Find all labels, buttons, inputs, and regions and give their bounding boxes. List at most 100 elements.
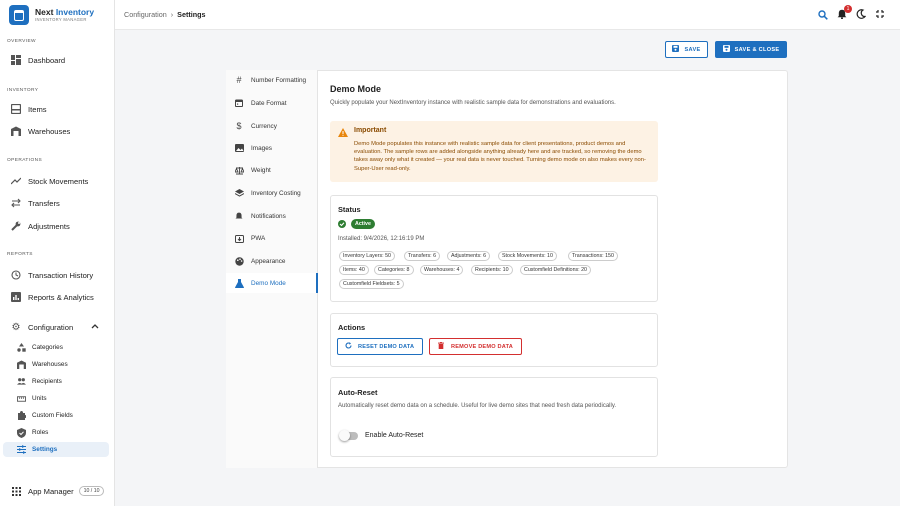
search-icon[interactable]	[817, 9, 829, 21]
gear-icon: ⚙	[11, 321, 21, 333]
notifications-button[interactable]: 1	[836, 5, 852, 21]
page-title: Demo Mode	[330, 84, 382, 94]
warning-icon	[338, 128, 348, 139]
fullscreen-button[interactable]	[874, 9, 886, 21]
people-icon	[17, 377, 26, 386]
page-description: Quickly populate your NextInventory inst…	[330, 100, 616, 106]
sidebar-item-stock-movements[interactable]: Stock Movements	[0, 172, 115, 190]
tab-weight[interactable]: Weight	[226, 160, 318, 180]
sidebar-item-categories[interactable]: Categories	[3, 340, 109, 355]
tab-number-formatting[interactable]: # Number Formatting	[226, 70, 318, 90]
sidebar-item-custom-fields[interactable]: Custom Fields	[3, 408, 109, 423]
tab-inventory-costing[interactable]: Inventory Costing	[226, 183, 318, 203]
sidebar-item-label: Warehouses	[32, 361, 68, 368]
sidebar-item-label: Roles	[32, 429, 49, 436]
stat-chip: Stock Movements: 10	[498, 251, 557, 261]
sidebar-item-units[interactable]: Units	[3, 391, 109, 406]
breadcrumb-parent[interactable]: Configuration	[124, 10, 167, 19]
scale-icon	[234, 166, 244, 175]
section-overview: OVERVIEW	[7, 39, 36, 44]
sidebar-item-transaction-history[interactable]: Transaction History	[0, 266, 115, 284]
sidebar-item-recipients[interactable]: Recipients	[3, 374, 109, 389]
save-button[interactable]: SAVE	[665, 41, 708, 58]
stat-chip: Adjustments: 6	[447, 251, 491, 261]
puzzle-icon	[17, 411, 26, 420]
alert-body: Demo Mode populates this instance with r…	[354, 141, 646, 172]
sidebar-item-label: Settings	[32, 446, 58, 453]
auto-reset-toggle-label[interactable]: Enable Auto-Reset	[365, 432, 423, 439]
category-icon	[17, 343, 26, 352]
sidebar-item-roles[interactable]: Roles	[3, 425, 109, 440]
stat-chip: Transactions: 150	[568, 251, 618, 261]
stat-chip: Items: 40	[339, 265, 369, 275]
warehouse-icon	[17, 360, 26, 369]
chart-icon	[11, 292, 21, 302]
tab-appearance[interactable]: Appearance	[226, 251, 318, 271]
section-inventory: INVENTORY	[7, 88, 39, 93]
app-manager-label: App Manager	[28, 486, 74, 496]
stat-chip: Recipients: 10	[471, 265, 513, 275]
tab-pwa[interactable]: PWA	[226, 228, 318, 248]
palette-icon	[234, 256, 244, 266]
inbox-icon	[11, 104, 21, 114]
bell-icon	[234, 212, 244, 220]
auto-reset-toggle[interactable]	[339, 430, 358, 441]
sidebar-item-config-warehouses[interactable]: Warehouses	[3, 357, 109, 372]
stat-chip: Transfers: 6	[404, 251, 441, 261]
save-close-button[interactable]: SAVE & CLOSE	[715, 41, 787, 58]
alert-title: Important	[354, 127, 387, 134]
sidebar-item-label: Stock Movements	[28, 176, 89, 186]
auto-reset-description: Automatically reset demo data on a sched…	[338, 403, 617, 409]
tab-images[interactable]: Images	[226, 138, 318, 158]
breadcrumb: Configuration › Settings	[124, 10, 206, 19]
stat-chip: Inventory Layers: 50	[339, 251, 395, 261]
sidebar-item-label: Transfers	[28, 198, 60, 208]
sidebar-item-label: Custom Fields	[32, 412, 73, 419]
reset-demo-data-button[interactable]: RESET DEMO DATA	[337, 338, 423, 355]
ruler-icon	[17, 395, 26, 403]
sidebar-item-configuration[interactable]: ⚙ Configuration	[0, 318, 115, 336]
sidebar-item-warehouses[interactable]: Warehouses	[0, 122, 115, 140]
stat-chip: Customfield Definitions: 20	[520, 265, 592, 275]
sidebar-item-adjustments[interactable]: Adjustments	[0, 217, 115, 235]
dashboard-icon	[11, 55, 21, 65]
sidebar-item-settings[interactable]: Settings	[3, 442, 109, 457]
theme-toggle-button[interactable]	[855, 8, 867, 21]
brand[interactable]: Next Inventory INVENTORY MANAGER	[0, 0, 114, 30]
sidebar-item-label: Adjustments	[28, 221, 70, 231]
sidebar-item-label: Recipients	[32, 378, 62, 385]
sidebar-item-transfers[interactable]: Transfers	[0, 194, 115, 212]
breadcrumb-separator: ›	[170, 10, 174, 19]
image-icon	[234, 144, 244, 152]
toggle-knob	[339, 430, 350, 441]
sidebar-item-label: Configuration	[28, 322, 74, 332]
sidebar-item-items[interactable]: Items	[0, 100, 115, 118]
save-icon	[672, 45, 680, 54]
sidebar-item-label: Dashboard	[28, 55, 66, 65]
tab-notifications[interactable]: Notifications	[226, 206, 318, 226]
app-manager-button[interactable]: App Manager 10 / 10	[0, 482, 115, 500]
refresh-icon	[345, 342, 352, 351]
stat-chip: Categories: 8	[374, 265, 414, 275]
brand-subtitle: INVENTORY MANAGER	[35, 16, 87, 22]
layers-icon	[234, 189, 244, 197]
sidebar-item-reports-analytics[interactable]: Reports & Analytics	[0, 288, 115, 306]
remove-demo-data-button[interactable]: REMOVE DEMO DATA	[429, 338, 522, 355]
sidebar-item-dashboard[interactable]: Dashboard	[0, 51, 115, 69]
flask-icon	[234, 278, 244, 288]
wrench-icon	[11, 221, 21, 231]
app-manager-count: 10 / 10	[78, 486, 105, 496]
check-circle-icon	[338, 220, 346, 230]
grid-icon	[11, 486, 21, 496]
save-icon	[722, 45, 730, 54]
tune-icon	[17, 445, 26, 454]
trending-icon	[11, 176, 21, 186]
section-operations: OPERATIONS	[7, 158, 43, 163]
tab-date-format[interactable]: Date Format	[226, 93, 318, 113]
tab-currency[interactable]: $ Currency	[226, 116, 318, 136]
tab-demo-mode[interactable]: Demo Mode	[226, 273, 318, 293]
history-icon	[11, 270, 21, 280]
chevron-up-icon	[91, 322, 99, 332]
important-alert: Important Demo Mode populates this insta…	[330, 121, 658, 182]
calendar-icon	[234, 99, 244, 107]
